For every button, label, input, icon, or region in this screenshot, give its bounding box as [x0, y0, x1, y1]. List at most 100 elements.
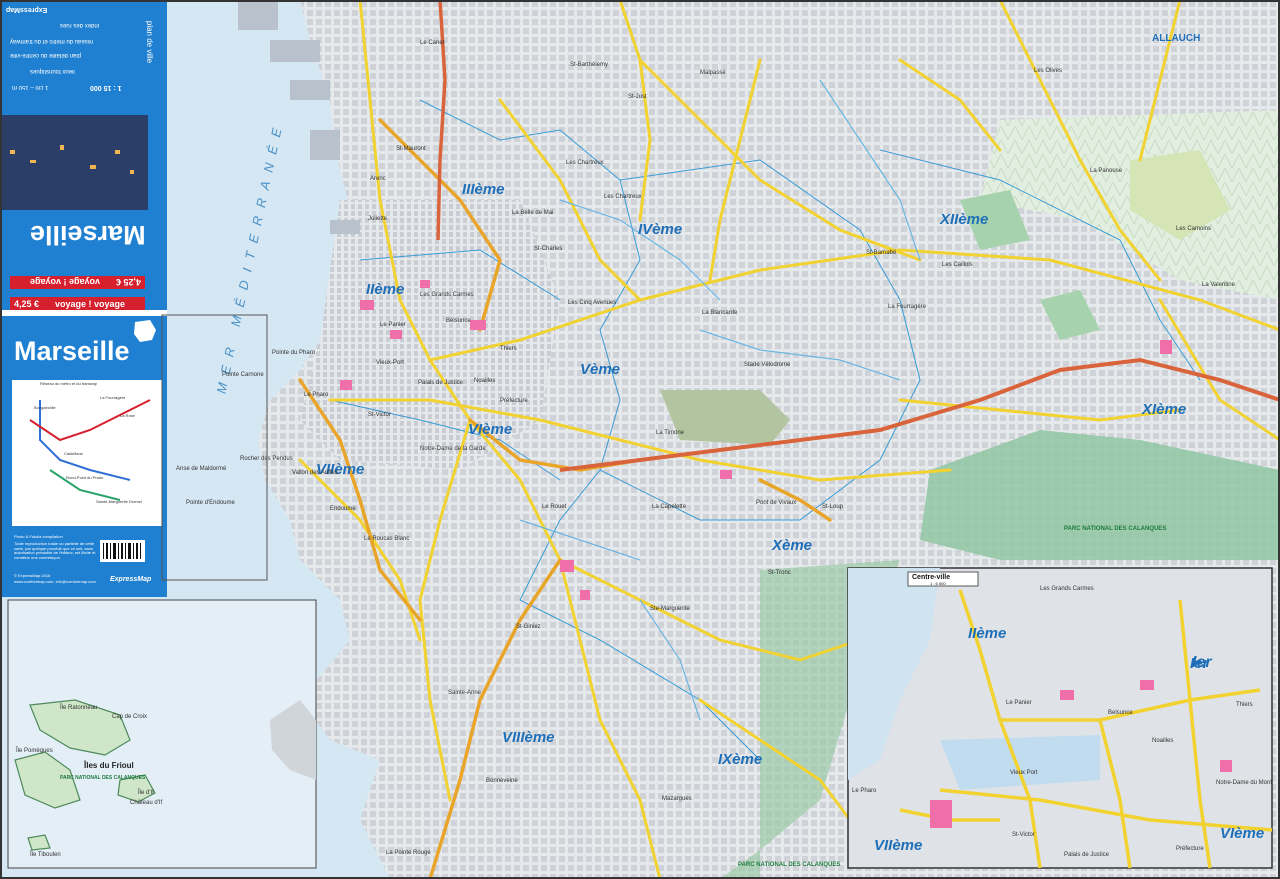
place-label: Les Chartreux — [566, 160, 604, 166]
place-label: Le Roucas Blanc — [364, 536, 410, 542]
island-name: Île Ratonneau — [60, 705, 98, 711]
islands-park-label: PARC NATIONAL DES CALANQUES — [60, 775, 146, 781]
island-name: Île d'If — [138, 790, 154, 796]
arrondissement-5: Vème — [580, 361, 621, 378]
transit-stop-4: La Fourragère — [100, 395, 126, 400]
cover-photo — [0, 115, 148, 210]
centre-place: Palais de Justice — [1064, 852, 1110, 858]
cover-transit-panel — [12, 380, 162, 526]
centre-place: Le Pharo — [852, 788, 877, 794]
cover-title-flipped: Marseille — [30, 220, 146, 250]
cover-feature-3: index des rues — [60, 22, 100, 28]
place-label: St-Barnabé — [866, 250, 897, 256]
place-label: Les Camoins — [1176, 226, 1212, 232]
park-label-south: PARC NATIONAL DES CALANQUES — [738, 862, 841, 868]
cover-publisher-bottom: ExpressMap — [110, 576, 152, 583]
place-label: St-Just — [628, 94, 647, 100]
place-label: St-Victor — [368, 412, 391, 418]
centre-place: Les Grands Carmes — [1040, 586, 1094, 592]
place-label: Sainte-Anne — [448, 690, 482, 696]
place-label: Le Panier — [380, 322, 406, 328]
coast-label: Pointe Carnone — [222, 372, 264, 378]
cover-price: 4,25 € — [14, 299, 40, 309]
place-label: La Panouse — [1090, 168, 1123, 174]
cover-white-strip — [0, 310, 167, 316]
arrondissement-12: XIIème — [940, 211, 989, 228]
centre-inset-title: Centre-ville — [912, 574, 951, 581]
place-label: Le Rouet — [542, 504, 567, 510]
centre-arr-7: VIIème — [874, 837, 923, 854]
cover-publisher: ExpressMap — [6, 6, 48, 13]
place-label: Les Grands Carmes — [420, 292, 474, 298]
place-label: Ste-Marguerite — [650, 606, 690, 612]
centre-place: Thiers — [1236, 702, 1253, 708]
cover-copyright: © ExpressMap 2016 — [14, 573, 51, 578]
transit-stop-0: Bougainville — [34, 405, 56, 410]
cover-tagline: voyage ! voyage — [55, 299, 126, 309]
arrondissement-11: XIème — [1142, 401, 1187, 418]
centre-place: Noailles — [1152, 738, 1174, 744]
transit-stop-3: Sainte-Marguerite Dromel — [96, 499, 142, 504]
city-core — [300, 200, 560, 470]
cover-title: Marseille — [14, 336, 130, 366]
cover-price-flipped: 4,25 € — [115, 277, 141, 287]
cover-transit-title: Réseau du métro et du tramway — [40, 381, 97, 386]
cover-map-type: plan de ville — [145, 20, 155, 64]
centre-place: Notre-Dame du Mont — [1216, 780, 1273, 786]
place-label: Notre-Dame de la Garde — [420, 446, 486, 452]
arrondissement-8: VIIIème — [502, 729, 555, 746]
place-label: Le Canet — [420, 40, 445, 46]
cover-scale: 1 : 15 000 — [90, 84, 122, 91]
centre-place: St-Victor — [1012, 832, 1035, 838]
park-label: PARC NATIONAL DES CALANQUES — [1064, 526, 1167, 532]
place-label: La Valentine — [1202, 282, 1235, 288]
place-label: St-Loup — [822, 504, 844, 510]
cover-website: www.comfortmap.com, info@comfortmap.com — [14, 579, 96, 584]
place-label: Mazargues — [662, 796, 692, 802]
place-label: Bonneveine — [486, 778, 518, 784]
place-label: Belsunce — [446, 318, 471, 324]
place-label: Les Chartreux — [604, 194, 642, 200]
cover-tagline-band-flipped: 4,25 € voyage ! voyage — [10, 276, 145, 289]
place-label: Préfecture — [500, 398, 528, 404]
place-label: Le Pharo — [304, 392, 329, 398]
cover-legal: Toute reproduction totale ou partielle d… — [14, 541, 96, 560]
place-label: Palais de Justice — [418, 380, 464, 386]
transit-stop-2: Rond-Point du Prado — [66, 475, 104, 480]
place-label: La Belle de Mai — [512, 210, 554, 216]
place-label: St-Charles — [534, 246, 563, 252]
coast-label: Anse de Maldormé — [176, 466, 227, 472]
cover-credits: Photo & Fotolia compilation — [14, 534, 63, 539]
centre-inset-scale: 1 : 6 500 — [930, 581, 946, 586]
island-name: Cap de Croix — [112, 714, 148, 720]
cover-tagline-band: 4,25 € voyage ! voyage — [10, 297, 145, 310]
place-label: Endoume — [330, 506, 356, 512]
place-label: Arenc — [370, 176, 386, 182]
island-name: Île Pomègues — [16, 748, 53, 754]
islands-label: Îles du Frioul — [84, 761, 134, 770]
arrondissement-4: IVème — [638, 221, 683, 238]
coast-label: Pointe d'Endoume — [186, 500, 235, 506]
city-map[interactable]: Marseille Marseille 4,25 € voyage ! voya… — [0, 0, 1280, 879]
transit-stop-1: Castellane — [64, 451, 83, 456]
place-label: Vallon des Auffes — [292, 470, 338, 476]
arrondissement-9: IXème — [718, 751, 763, 768]
centre-place: Préfecture — [1176, 846, 1204, 852]
place-label: Stade Vélodrome — [744, 362, 791, 368]
allauch-label: ALLAUCH — [1152, 33, 1201, 44]
place-label: St-Mauront — [396, 146, 426, 152]
map-canvas — [0, 0, 1280, 879]
place-label: La Pointe Rouge — [386, 850, 431, 856]
place-label: Les Cinq Avenues — [568, 300, 617, 306]
arrondissement-2: IIème — [366, 281, 405, 298]
place-label: St-Tronc — [768, 570, 791, 576]
centre-arr-6: VIème — [1220, 825, 1265, 842]
island-name: Île Tiboulen — [30, 852, 61, 858]
cover-scale-metric: 1 cm – 150 m — [12, 84, 49, 90]
arrondissement-6: VIème — [468, 421, 513, 438]
centre-place: Vieux Port — [1010, 770, 1038, 776]
place-label: Pont de Vivaux — [756, 500, 797, 506]
place-label: St-Giniez — [516, 624, 541, 630]
cover-tagline-flipped: voyage ! voyage — [29, 277, 100, 287]
place-label: Les Caillols — [942, 262, 973, 268]
